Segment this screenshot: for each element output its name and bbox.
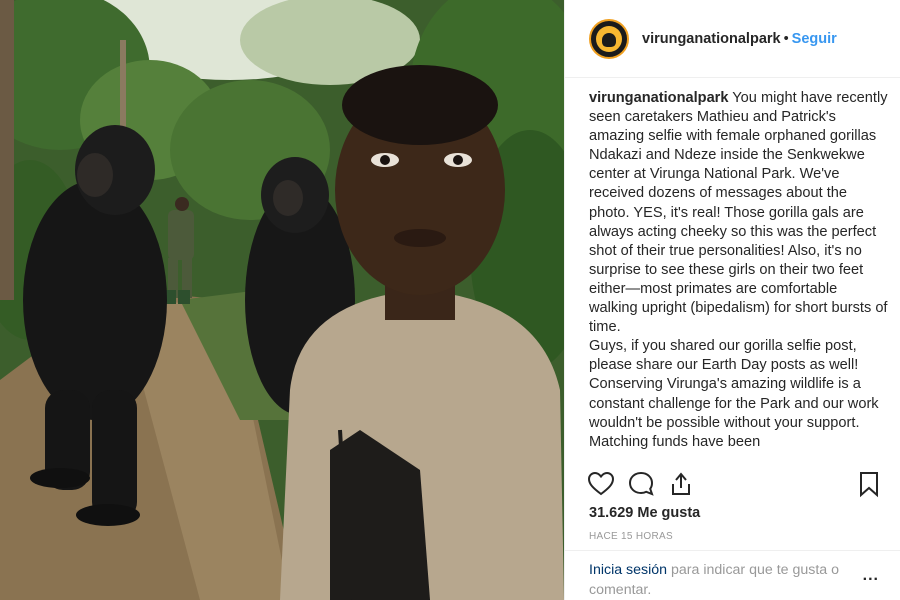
- caption-text-2: Guys, if you shared our gorilla selfie p…: [589, 338, 879, 450]
- post-side-panel: virunganationalpark • Seguir virunganation…: [564, 0, 900, 600]
- caption-username[interactable]: virunganationalpark: [589, 90, 728, 106]
- caption-paragraph-1: virunganationalpark You might have recen…: [589, 89, 889, 337]
- header-username[interactable]: virunganationalpark: [642, 31, 781, 47]
- gorilla-logo-icon: [596, 25, 622, 52]
- post-timestamp[interactable]: HACE 15 HORAS: [589, 531, 673, 542]
- caption-text-1: You might have recently seen caretakers …: [589, 90, 888, 336]
- selfie-illustration: [0, 0, 564, 600]
- share-icon[interactable]: [667, 470, 695, 498]
- comment-row: Inicia sesión para indicar que te gusta …: [565, 550, 900, 600]
- comment-prompt: Inicia sesión para indicar que te gusta …: [589, 561, 851, 600]
- more-options-icon[interactable]: ...: [863, 567, 879, 585]
- post-photo[interactable]: [0, 0, 564, 600]
- header-text: virunganationalpark • Seguir: [642, 31, 837, 47]
- caption: virunganationalpark You might have recen…: [589, 89, 889, 457]
- bookmark-icon[interactable]: [855, 470, 883, 498]
- action-bar: [587, 470, 883, 500]
- post-header: virunganationalpark • Seguir: [565, 0, 900, 78]
- heart-icon[interactable]: [587, 470, 615, 498]
- likes-count[interactable]: 31.629 Me gusta: [589, 505, 700, 521]
- separator-dot: •: [783, 30, 789, 47]
- comment-icon[interactable]: [627, 470, 655, 498]
- avatar[interactable]: [589, 18, 629, 59]
- follow-button[interactable]: Seguir: [792, 31, 837, 47]
- login-link[interactable]: Inicia sesión: [589, 562, 667, 578]
